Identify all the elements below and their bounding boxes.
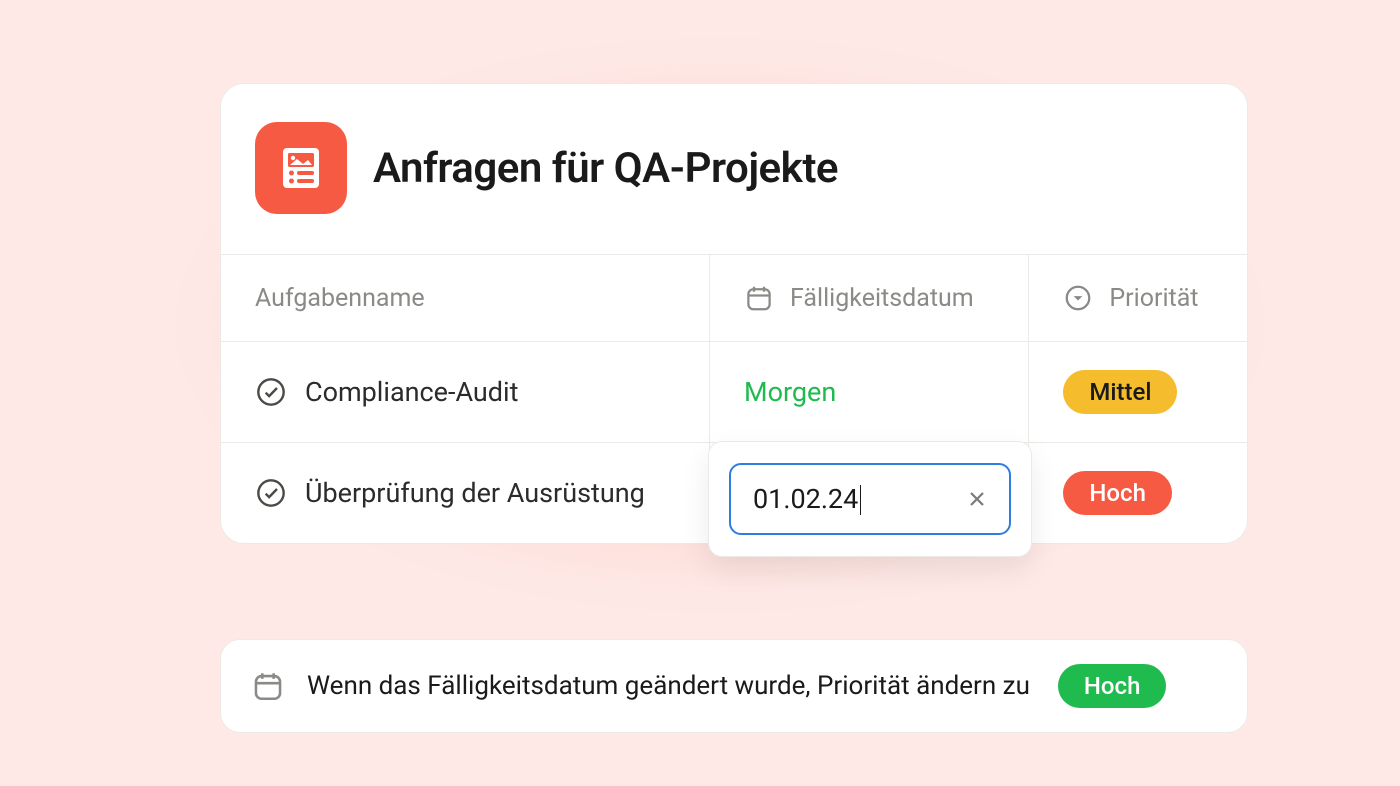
column-header-name[interactable]: Aufgabenname <box>221 255 710 341</box>
project-icon <box>255 122 347 214</box>
column-header-label: Aufgabenname <box>255 284 425 313</box>
card-header: Anfragen für QA-Projekte <box>221 84 1247 254</box>
check-circle-icon[interactable] <box>255 477 287 509</box>
date-input-value: 01.02.24 <box>753 483 858 515</box>
task-name-cell[interactable]: Compliance-Audit <box>221 342 710 442</box>
automation-rule-text: Wenn das Fälligkeitsdatum geändert wurde… <box>307 671 1030 701</box>
task-priority-cell[interactable]: Hoch <box>1029 443 1247 543</box>
task-due-cell[interactable]: 01.02.24 <box>710 443 1029 543</box>
date-editor-popover: 01.02.24 <box>708 441 1032 557</box>
priority-icon <box>1063 283 1093 313</box>
column-header-priority[interactable]: Priorität <box>1029 255 1247 341</box>
task-name-label: Überprüfung der Ausrüstung <box>305 477 645 509</box>
column-header-label: Priorität <box>1109 284 1198 313</box>
table-header-row: Aufgabenname Fälligkeitsdatum <box>221 255 1247 342</box>
column-header-due[interactable]: Fälligkeitsdatum <box>710 255 1029 341</box>
due-date-label: Morgen <box>744 376 836 408</box>
task-name-label: Compliance-Audit <box>305 376 518 408</box>
tasks-card: Anfragen für QA-Projekte Aufgabenname Fä… <box>220 83 1248 544</box>
column-header-label: Fälligkeitsdatum <box>790 284 974 313</box>
table-row: Compliance-Audit Morgen Mittel <box>221 342 1247 443</box>
table-row: Überprüfung der Ausrüstung 01.02.24 <box>221 443 1247 543</box>
task-due-cell[interactable]: Morgen <box>710 342 1029 442</box>
check-circle-icon[interactable] <box>255 376 287 408</box>
priority-badge-target: Hoch <box>1058 664 1167 708</box>
priority-badge-mittel: Mittel <box>1063 370 1177 414</box>
priority-badge-hoch: Hoch <box>1063 471 1172 515</box>
tasks-table: Aufgabenname Fälligkeitsdatum <box>221 254 1247 543</box>
text-cursor <box>860 485 861 515</box>
page-title: Anfragen für QA-Projekte <box>373 144 838 193</box>
date-input[interactable]: 01.02.24 <box>729 463 1011 535</box>
task-priority-cell[interactable]: Mittel <box>1029 342 1247 442</box>
automation-card[interactable]: Wenn das Fälligkeitsdatum geändert wurde… <box>220 639 1248 733</box>
calendar-icon <box>251 669 285 703</box>
task-name-cell[interactable]: Überprüfung der Ausrüstung <box>221 443 710 543</box>
calendar-icon <box>744 283 774 313</box>
clear-date-button[interactable] <box>965 487 989 511</box>
